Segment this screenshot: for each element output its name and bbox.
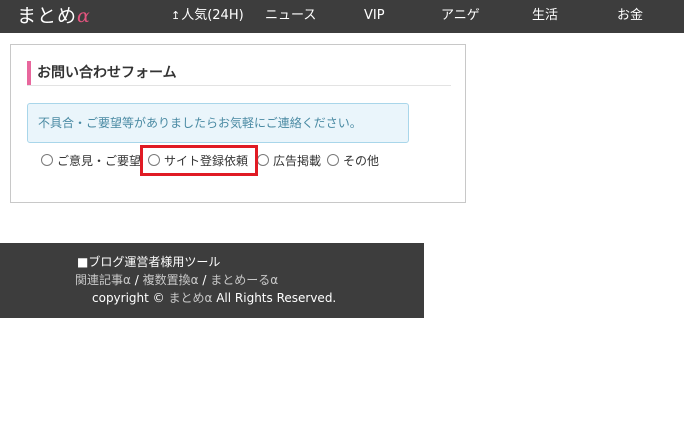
highlight-box: [140, 145, 258, 176]
footer-link-matomeru[interactable]: まとめーるα: [210, 273, 278, 287]
contact-form-panel: お問い合わせフォーム 不具合・ご要望等がありましたらお気軽にご連絡ください。 ご…: [10, 44, 466, 203]
copyright: copyright © まとめα All Rights Reserved.: [92, 290, 336, 306]
info-message-box: 不具合・ご要望等がありましたらお気軽にご連絡ください。: [27, 103, 409, 143]
nav-item-vip[interactable]: VIP: [364, 8, 385, 24]
link-separator: /: [130, 273, 143, 287]
nav-item-news[interactable]: ニュース: [265, 8, 316, 24]
footer-tool-links: 関連記事α / 複数置換α / まとめーるα: [75, 272, 278, 288]
radio-button[interactable]: [41, 154, 53, 166]
title-accent-bar: [27, 61, 31, 85]
logo-alpha: α: [77, 5, 91, 27]
radio-label: その他: [343, 154, 380, 168]
copyright-site-link[interactable]: まとめα: [168, 291, 212, 305]
link-separator: /: [198, 273, 211, 287]
copyright-suffix: All Rights Reserved.: [212, 291, 337, 305]
nav-item-popular[interactable]: ↥人気(24H): [171, 8, 244, 24]
info-message: 不具合・ご要望等がありましたらお気軽にご連絡ください。: [38, 116, 362, 130]
logo-text: まとめ: [17, 5, 78, 27]
radio-label: 広告掲載: [273, 154, 322, 168]
footer-heading: ■ブログ運営者様用ツール: [77, 255, 221, 269]
footer-link-related[interactable]: 関連記事α: [75, 273, 131, 287]
site-logo[interactable]: まとめα: [17, 2, 91, 30]
copyright-prefix: copyright ©: [92, 291, 169, 305]
radio-button[interactable]: [327, 154, 339, 166]
nav-item-label: 人気(24H): [181, 8, 244, 23]
form-header: お問い合わせフォーム: [27, 61, 451, 86]
nav-item-money[interactable]: お金: [617, 8, 643, 24]
nav-item-life[interactable]: 生活: [532, 8, 558, 24]
top-nav: まとめα ↥人気(24H) ニュース VIP アニゲ 生活 お金: [0, 0, 684, 33]
radio-label: ご意見・ご要望: [57, 154, 142, 168]
nav-item-anige[interactable]: アニゲ: [441, 8, 480, 24]
radio-button[interactable]: [257, 154, 269, 166]
footer-link-replace[interactable]: 複数置換α: [143, 273, 199, 287]
site-footer: ■ブログ運営者様用ツール 関連記事α / 複数置換α / まとめーるα copy…: [0, 243, 424, 318]
page-title: お問い合わせフォーム: [37, 65, 177, 81]
up-arrow-icon: ↥: [171, 9, 181, 22]
